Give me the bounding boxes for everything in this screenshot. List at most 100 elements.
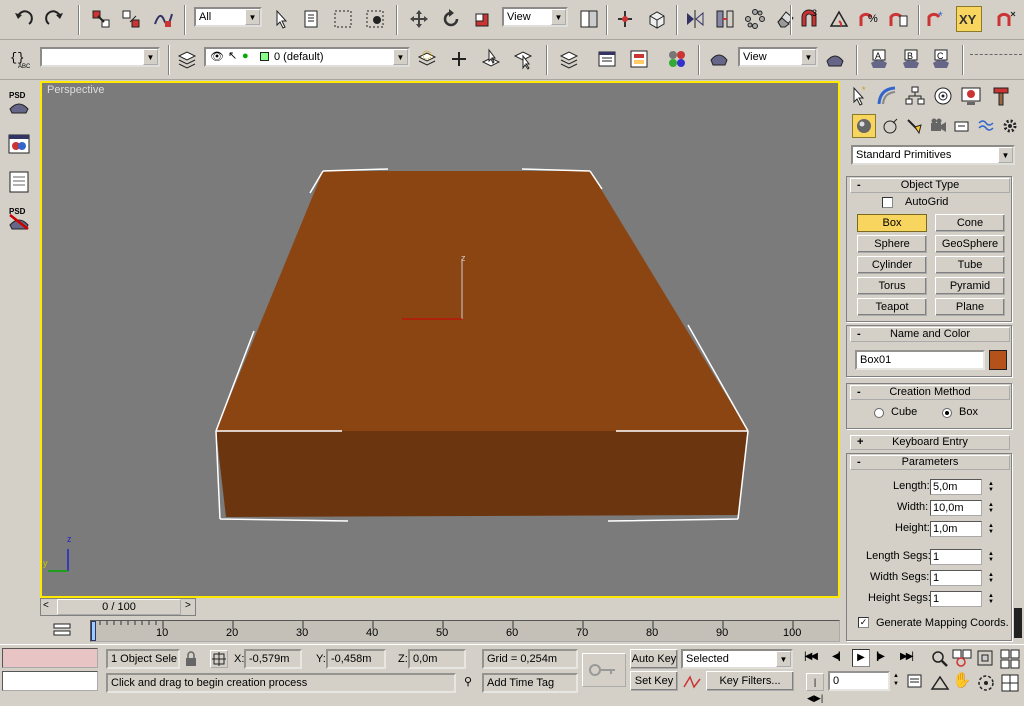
- width-spinner[interactable]: ▲ ▼: [985, 500, 997, 516]
- named-selection-icon[interactable]: {} ABC: [8, 46, 34, 72]
- render-scene-icon[interactable]: [706, 46, 732, 72]
- length-input[interactable]: 5,0m: [930, 479, 982, 495]
- snap-toggle-icon[interactable]: *: [924, 6, 950, 32]
- panel-scrollbar[interactable]: [1014, 176, 1022, 640]
- zoom-icon[interactable]: [930, 649, 950, 669]
- track-bar[interactable]: 10 20 30 40 50 60 70 80 90 100: [40, 618, 840, 644]
- snap-3d-icon[interactable]: 3: [796, 6, 822, 32]
- move-icon[interactable]: [406, 6, 432, 32]
- box-object[interactable]: [216, 171, 748, 517]
- render-type-c-icon[interactable]: C: [928, 46, 954, 72]
- keyboard-entry-header[interactable]: + Keyboard Entry: [850, 435, 1010, 450]
- perspective-viewport[interactable]: Perspective z z y: [40, 81, 840, 598]
- angle-snap-icon[interactable]: [826, 6, 852, 32]
- y-coord[interactable]: -0,458m: [326, 649, 386, 669]
- torus-button[interactable]: Torus: [857, 277, 927, 295]
- go-to-start-icon[interactable]: |◀◀: [804, 651, 818, 662]
- lights-category-icon[interactable]: [902, 114, 926, 138]
- pyramid-button[interactable]: Pyramid: [935, 277, 1005, 295]
- rotate-icon[interactable]: [438, 6, 464, 32]
- height-segs-input[interactable]: 1: [930, 591, 982, 607]
- width-input[interactable]: 10,0m: [930, 500, 982, 516]
- name-color-header[interactable]: - Name and Color: [850, 327, 1010, 342]
- eraser-icon[interactable]: [772, 6, 798, 32]
- zoom-extents-all-icon[interactable]: [1000, 649, 1020, 669]
- selection-lock-icon[interactable]: [184, 651, 198, 667]
- select-object-icon[interactable]: [268, 6, 294, 32]
- parameters-header[interactable]: - Parameters: [850, 455, 1010, 470]
- motion-tab-icon[interactable]: [930, 83, 956, 109]
- object-name-input[interactable]: Box01: [855, 350, 985, 370]
- align-icon[interactable]: [712, 6, 738, 32]
- category-dropdown[interactable]: Standard Primitives ▼: [851, 145, 1015, 165]
- time-slider-thumb[interactable]: 0 / 100: [57, 599, 181, 615]
- rectangular-selection-icon[interactable]: [330, 6, 356, 32]
- object-type-header[interactable]: - Object Type: [850, 178, 1010, 193]
- layers-toggle-icon[interactable]: [556, 46, 582, 72]
- schematic-view-icon[interactable]: [626, 46, 652, 72]
- height-segs-spinner[interactable]: ▲ ▼: [985, 591, 997, 607]
- render-view-dropdown[interactable]: View ▼: [738, 47, 818, 67]
- named-selection-dropdown[interactable]: ▼: [40, 47, 160, 67]
- track-ruler[interactable]: 10 20 30 40 50 60 70 80 90 100: [90, 620, 840, 642]
- length-spinner[interactable]: ▲ ▼: [985, 479, 997, 495]
- document-icon[interactable]: [5, 168, 33, 196]
- geosphere-button[interactable]: GeoSphere: [935, 235, 1005, 253]
- selection-filter-dropdown[interactable]: All ▼: [194, 7, 262, 27]
- select-and-link-icon[interactable]: [88, 6, 114, 32]
- add-to-layer-icon[interactable]: [446, 46, 472, 72]
- time-slider[interactable]: < 0 / 100 >: [40, 598, 196, 616]
- psd-teapot-icon[interactable]: PSD: [5, 88, 33, 116]
- teapot-button[interactable]: Teapot: [857, 298, 927, 316]
- create-layer-icon[interactable]: [414, 46, 440, 72]
- autogrid-checkbox[interactable]: [882, 197, 893, 208]
- mirror-icon[interactable]: [682, 6, 708, 32]
- reference-coordinate-dropdown[interactable]: View ▼: [502, 7, 568, 27]
- layer-manager-icon[interactable]: [174, 46, 200, 72]
- set-key-button[interactable]: Set Key: [630, 671, 678, 691]
- systems-category-icon[interactable]: [998, 114, 1022, 138]
- undo-icon[interactable]: [10, 6, 36, 32]
- key-mode-dropdown[interactable]: Selected ▼: [681, 649, 793, 669]
- quick-render-icon[interactable]: [822, 46, 848, 72]
- percent-snap-icon[interactable]: %: [856, 6, 882, 32]
- material-editor-icon[interactable]: [664, 46, 690, 72]
- select-and-manipulate-icon[interactable]: [612, 6, 638, 32]
- geometry-category-icon[interactable]: [852, 114, 876, 138]
- zoom-all-icon[interactable]: [952, 649, 972, 669]
- hierarchy-tab-icon[interactable]: [902, 83, 928, 109]
- set-current-layer-icon[interactable]: [510, 46, 536, 72]
- length-segs-input[interactable]: 1: [930, 549, 982, 565]
- keyboard-shortcut-icon[interactable]: [644, 6, 670, 32]
- pan-icon[interactable]: ✋: [952, 671, 972, 691]
- play-icon[interactable]: ▶: [852, 649, 870, 667]
- time-tag-icon[interactable]: ⚲: [458, 675, 478, 691]
- time-marker[interactable]: [91, 621, 96, 641]
- spacewarps-category-icon[interactable]: [974, 114, 998, 138]
- absolute-mode-icon[interactable]: [210, 650, 228, 668]
- box-radio[interactable]: [942, 408, 952, 418]
- display-tab-icon[interactable]: [958, 83, 984, 109]
- field-of-view-icon[interactable]: [930, 673, 950, 693]
- helpers-category-icon[interactable]: [950, 114, 974, 138]
- render-type-a-icon[interactable]: A: [866, 46, 892, 72]
- maxscript-listener-bottom[interactable]: [2, 671, 98, 691]
- previous-frame-icon[interactable]: ◀||: [832, 651, 841, 662]
- bind-to-space-warp-icon[interactable]: [150, 6, 176, 32]
- length-segs-spinner[interactable]: ▲ ▼: [985, 549, 997, 565]
- modify-tab-icon[interactable]: [874, 83, 900, 109]
- utilities-tab-icon[interactable]: [988, 83, 1014, 109]
- time-prev-icon[interactable]: <: [43, 600, 49, 611]
- box-button[interactable]: Box: [857, 214, 927, 232]
- cameras-category-icon[interactable]: [926, 114, 950, 138]
- time-configuration-icon[interactable]: [906, 672, 924, 690]
- panel-scroll-thumb[interactable]: [1014, 608, 1022, 638]
- plane-button[interactable]: Plane: [935, 298, 1005, 316]
- add-time-tag[interactable]: Add Time Tag: [482, 673, 578, 693]
- cylinder-button[interactable]: Cylinder: [857, 256, 927, 274]
- z-coord[interactable]: 0,0m: [408, 649, 466, 669]
- auto-key-button[interactable]: Auto Key: [630, 649, 678, 669]
- zoom-extents-icon[interactable]: [976, 649, 996, 669]
- set-key-icon[interactable]: [582, 653, 626, 687]
- cone-button[interactable]: Cone: [935, 214, 1005, 232]
